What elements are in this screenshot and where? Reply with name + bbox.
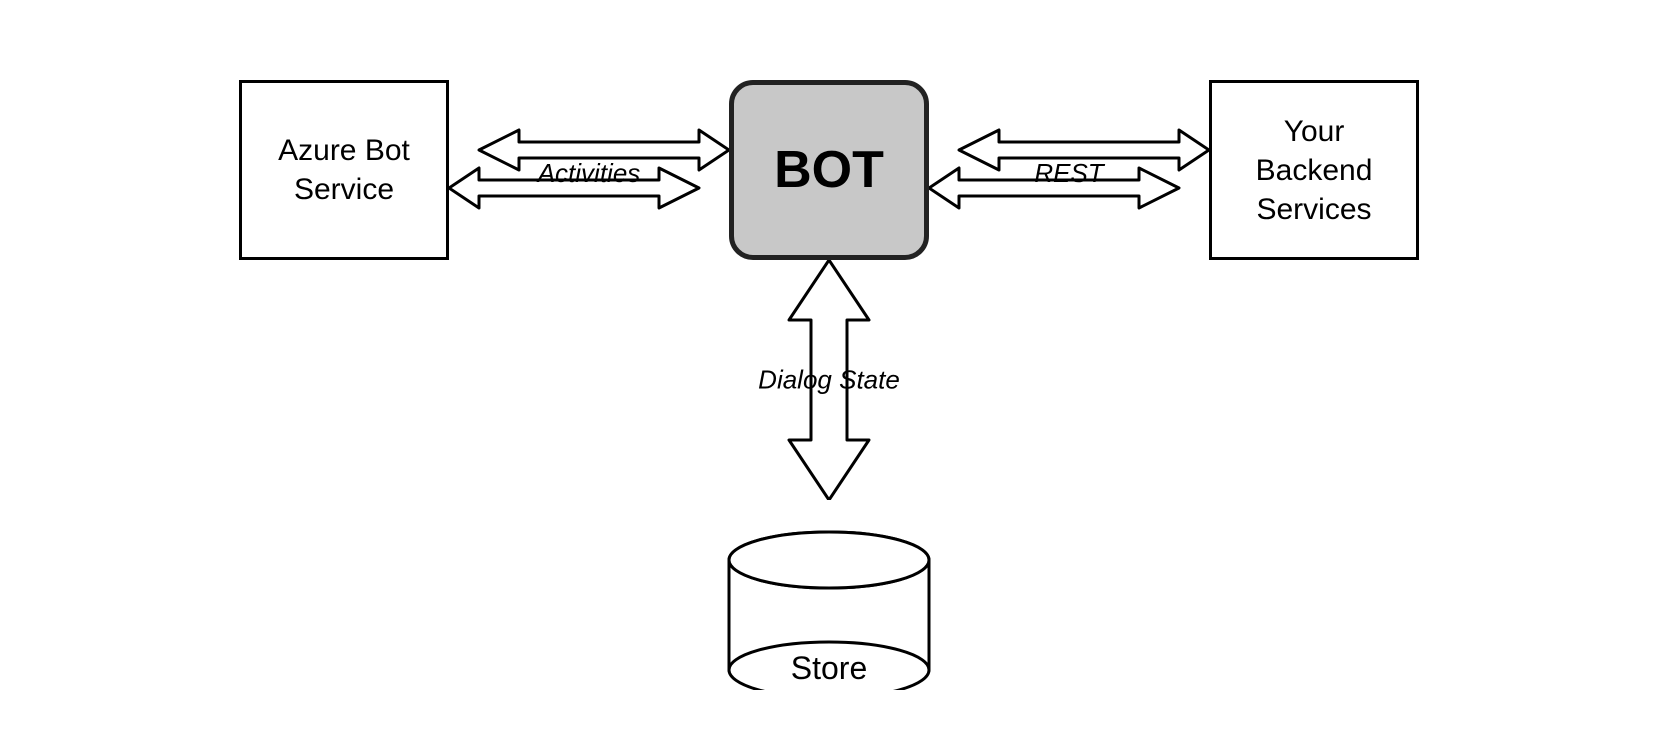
activities-arrow: Activities (449, 120, 729, 220)
bot-box: BOT (729, 80, 929, 260)
rest-label: REST (1034, 158, 1103, 189)
activities-label: Activities (538, 158, 641, 189)
vertical-section: Dialog State Store (719, 260, 939, 687)
backend-services-label: Your BackendServices (1232, 112, 1396, 229)
vertical-arrow-container: Dialog State (729, 260, 929, 500)
rest-arrow: REST (929, 120, 1209, 220)
store-label: Store (791, 650, 867, 687)
azure-bot-service-box: Azure BotService (239, 80, 449, 260)
bot-label: BOT (774, 140, 884, 200)
azure-bot-service-label: Azure BotService (278, 131, 410, 209)
store-container: Store (719, 510, 939, 687)
backend-services-box: Your BackendServices (1209, 80, 1419, 260)
main-row: Azure BotService Activities BOT RE (239, 80, 1419, 260)
vertical-arrow-svg (749, 260, 909, 500)
diagram-container: Azure BotService Activities BOT RE (0, 0, 1658, 736)
